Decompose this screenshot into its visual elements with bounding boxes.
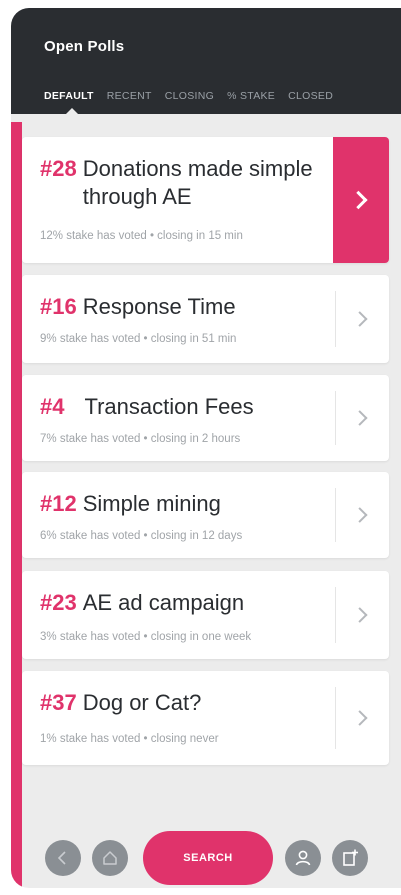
tab-stake[interactable]: % STAKE bbox=[227, 90, 275, 102]
chevron-right-icon bbox=[352, 311, 368, 327]
poll-title-row: #12 Simple mining bbox=[40, 490, 340, 518]
tab-recent[interactable]: RECENT bbox=[107, 90, 152, 102]
home-button[interactable] bbox=[92, 840, 128, 876]
open-poll-button[interactable] bbox=[335, 472, 389, 558]
search-button[interactable]: SEARCH bbox=[143, 831, 273, 885]
poll-title-row: #4 Transaction Fees bbox=[40, 393, 340, 421]
poll-card[interactable]: #28 Donations made simple through AE 12%… bbox=[22, 137, 389, 263]
poll-card[interactable]: #12 Simple mining 6% stake has voted • c… bbox=[22, 472, 389, 558]
poll-title-row: #37 Dog or Cat? bbox=[40, 689, 340, 717]
poll-number: #23 bbox=[40, 590, 77, 615]
header: Open Polls DEFAULT RECENT CLOSING % STAK… bbox=[11, 8, 401, 115]
poll-number: #12 bbox=[40, 491, 77, 516]
open-poll-button[interactable] bbox=[335, 571, 389, 659]
poll-card[interactable]: #16 Response Time 9% stake has voted • c… bbox=[22, 275, 389, 363]
chevron-right-icon bbox=[352, 607, 368, 623]
open-poll-button[interactable] bbox=[333, 137, 389, 263]
chevron-right-icon bbox=[352, 410, 368, 426]
card-divider bbox=[335, 391, 336, 445]
poll-title: Response Time bbox=[82, 294, 236, 319]
poll-title: Transaction Fees bbox=[84, 394, 254, 419]
open-poll-button[interactable] bbox=[335, 275, 389, 363]
poll-number: #28 bbox=[40, 156, 77, 181]
poll-meta: 12% stake has voted • closing in 15 min bbox=[40, 230, 243, 242]
back-button[interactable] bbox=[45, 840, 81, 876]
chevron-right-icon bbox=[349, 190, 368, 210]
poll-number: #37 bbox=[40, 690, 77, 715]
poll-meta: 1% stake has voted • closing never bbox=[40, 733, 219, 745]
poll-title-row: #16 Response Time bbox=[40, 293, 340, 321]
tab-bar: DEFAULT RECENT CLOSING % STAKE CLOSED bbox=[44, 90, 346, 102]
accent-bar bbox=[11, 122, 22, 888]
poll-meta: 6% stake has voted • closing in 12 days bbox=[40, 530, 243, 542]
tab-closed[interactable]: CLOSED bbox=[288, 90, 333, 102]
poll-number: #16 bbox=[40, 294, 77, 319]
poll-meta: 9% stake has voted • closing in 51 min bbox=[40, 333, 237, 345]
new-poll-button[interactable] bbox=[332, 840, 368, 876]
account-icon bbox=[295, 850, 311, 866]
poll-title: AE ad campaign bbox=[82, 590, 245, 615]
poll-title: Simple mining bbox=[82, 491, 221, 516]
card-divider bbox=[335, 291, 336, 347]
new-poll-icon bbox=[343, 849, 358, 866]
active-tab-indicator bbox=[65, 108, 79, 115]
poll-title: Donations made simple through AE bbox=[82, 156, 313, 209]
app-frame: Open Polls DEFAULT RECENT CLOSING % STAK… bbox=[11, 8, 401, 888]
poll-title-row: #28 Donations made simple through AE bbox=[40, 155, 330, 211]
poll-card[interactable]: #37 Dog or Cat? 1% stake has voted • clo… bbox=[22, 671, 389, 765]
tab-default[interactable]: DEFAULT bbox=[44, 90, 94, 102]
back-icon bbox=[57, 851, 66, 865]
chevron-right-icon bbox=[352, 710, 368, 726]
account-button[interactable] bbox=[285, 840, 321, 876]
poll-title-row: #23 AE ad campaign bbox=[40, 589, 340, 617]
card-divider bbox=[335, 488, 336, 542]
chevron-right-icon bbox=[352, 507, 368, 523]
card-divider bbox=[335, 587, 336, 643]
bottom-nav: SEARCH bbox=[11, 818, 401, 888]
tab-closing[interactable]: CLOSING bbox=[165, 90, 214, 102]
card-divider bbox=[335, 687, 336, 749]
poll-title: Dog or Cat? bbox=[82, 690, 202, 715]
poll-card[interactable]: #4 Transaction Fees 7% stake has voted •… bbox=[22, 375, 389, 461]
open-poll-button[interactable] bbox=[335, 375, 389, 461]
poll-card[interactable]: #23 AE ad campaign 3% stake has voted • … bbox=[22, 571, 389, 659]
poll-number: #4 bbox=[40, 394, 65, 419]
page-title: Open Polls bbox=[44, 38, 125, 55]
poll-meta: 3% stake has voted • closing in one week bbox=[40, 631, 252, 643]
home-icon bbox=[103, 851, 117, 865]
poll-meta: 7% stake has voted • closing in 2 hours bbox=[40, 433, 241, 445]
open-poll-button[interactable] bbox=[335, 671, 389, 765]
